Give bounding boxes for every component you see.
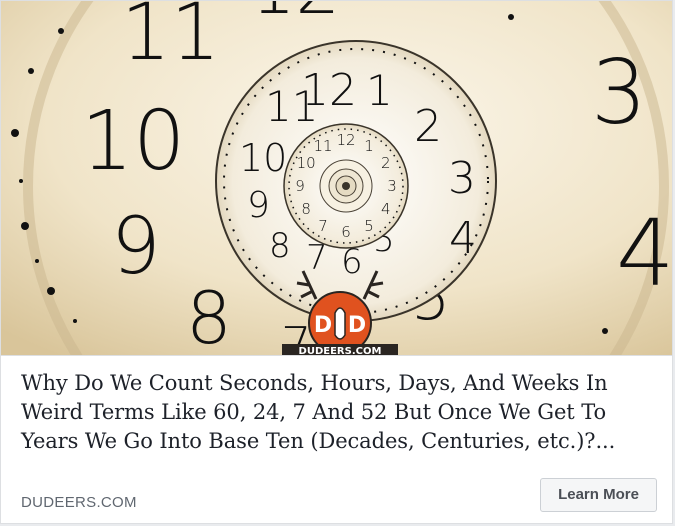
post-headline[interactable]: Why Do We Count Seconds, Hours, Days, An… — [21, 369, 661, 456]
outer-numeral-4: 4 — [616, 200, 672, 307]
outer-numeral-8: 8 — [186, 276, 232, 355]
inner-numeral-2: 2 — [381, 154, 391, 172]
outer-numeral-9: 9 — [111, 202, 161, 292]
middle-numeral-1: 1 — [366, 66, 393, 115]
outer-numeral-11: 11 — [121, 1, 220, 78]
svg-text:D: D — [314, 313, 332, 338]
inner-numeral-10: 10 — [297, 154, 316, 172]
middle-numeral-10: 10 — [239, 136, 287, 180]
inner-numeral-11: 11 — [313, 137, 332, 155]
inner-numeral-3: 3 — [387, 177, 397, 195]
outer-numeral-10: 10 — [81, 94, 185, 189]
learn-more-button[interactable]: Learn More — [540, 478, 657, 512]
inner-numeral-4: 4 — [381, 200, 391, 218]
middle-numeral-2: 2 — [414, 101, 442, 152]
link-preview-card[interactable]: 11 12 3 10 9 8 7 5 4 11 12 1 2 3 10 9 — [0, 0, 673, 524]
inner-numeral-8: 8 — [301, 200, 311, 218]
inner-numeral-6: 6 — [341, 223, 351, 241]
inner-numeral-1: 1 — [364, 137, 374, 155]
inner-numeral-12: 12 — [336, 131, 355, 149]
inner-numeral-5: 5 — [364, 217, 374, 235]
svg-text:D: D — [348, 313, 366, 338]
card-body[interactable]: Why Do We Count Seconds, Hours, Days, An… — [1, 356, 672, 523]
outer-numeral-12: 12 — [251, 1, 340, 30]
inner-numeral-9: 9 — [295, 177, 305, 195]
inner-numeral-7: 7 — [318, 217, 328, 235]
middle-numeral-4: 4 — [449, 213, 477, 264]
svg-text:DUDEERS.COM: DUDEERS.COM — [299, 346, 382, 355]
outer-numeral-3: 3 — [591, 41, 647, 144]
middle-numeral-8: 8 — [269, 226, 291, 266]
hero-image-spiral-clock[interactable]: 11 12 3 10 9 8 7 5 4 11 12 1 2 3 10 9 — [1, 1, 672, 356]
middle-numeral-9: 9 — [247, 185, 270, 226]
middle-numeral-3: 3 — [448, 153, 476, 204]
link-domain: DUDEERS.COM — [21, 494, 137, 511]
middle-numeral-12: 12 — [301, 65, 357, 116]
